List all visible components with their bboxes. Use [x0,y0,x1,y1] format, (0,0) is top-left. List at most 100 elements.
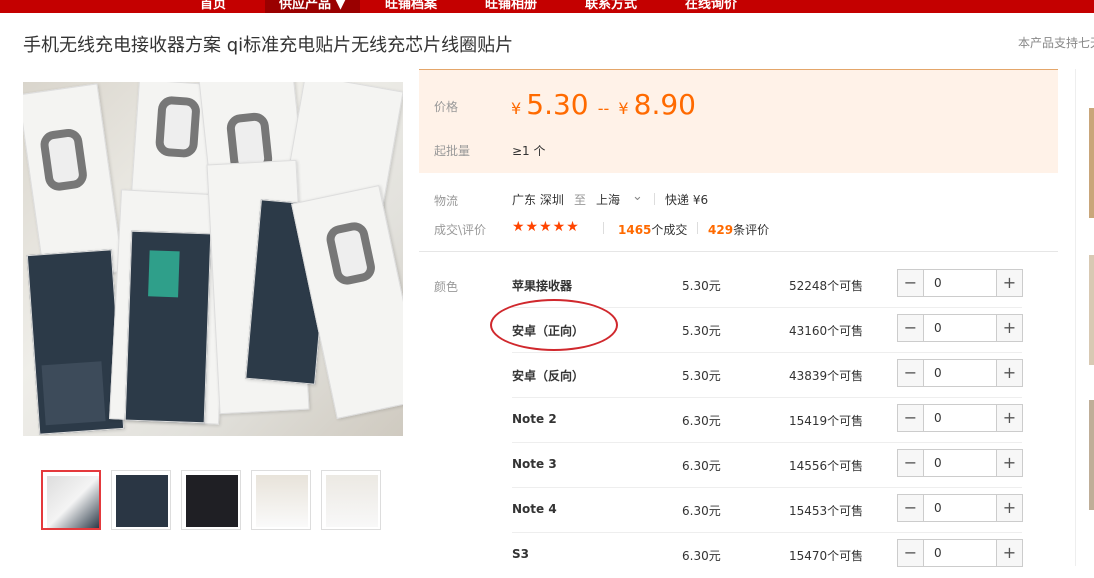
plus-icon[interactable]: + [996,405,1022,431]
quantity-input[interactable]: 0 [934,321,942,335]
plus-icon[interactable]: + [996,315,1022,341]
thumbnail-5[interactable] [321,470,381,530]
divider [697,222,698,234]
minus-icon[interactable]: − [898,450,924,476]
quantity-stepper: − 0 + [897,449,1023,477]
thumbnail-4[interactable] [251,470,311,530]
rating-stars: ★★★★★ [512,219,580,235]
deal-count-suffix: 个成交 [651,223,688,237]
section-divider [419,251,1058,252]
nav-shop-profile[interactable]: 旺铺档案 [385,0,437,12]
review-count-number: 429 [708,223,734,237]
quantity-input[interactable]: 0 [934,546,942,560]
nav-home[interactable]: 首页 [200,0,226,12]
logistics-from: 广东 深圳 [512,193,564,207]
support-note: 本产品支持七天 [1018,36,1094,50]
sku-name: 苹果接收器 [512,279,573,293]
review-count-suffix: 条评价 [733,223,770,237]
sku-row: Note 2 6.30元 15419个可售 − 0 + [512,398,1023,443]
sidebar-thumbnail[interactable] [1089,255,1094,365]
sku-price: 6.30元 [682,414,721,428]
sku-stock: 15453个可售 [789,504,864,518]
sku-row: 苹果接收器 5.30元 52248个可售 − 0 + [512,263,1023,308]
sku-name: Note 4 [512,502,557,516]
quantity-stepper: − 0 + [897,494,1023,522]
logistics-label: 物流 [434,194,459,208]
nav-contact[interactable]: 联系方式 [585,0,637,12]
shipping-fee: 快递 ¥6 [665,193,709,207]
nav-products[interactable]: 供应产品 ▼ [265,0,360,13]
plus-icon[interactable]: + [996,270,1022,296]
minus-icon[interactable]: − [898,315,924,341]
divider [603,222,604,234]
quantity-stepper: − 0 + [897,269,1023,297]
quantity-stepper: − 0 + [897,404,1023,432]
sku-name: 安卓（反向） [512,369,585,383]
plus-icon[interactable]: + [996,360,1022,386]
currency-symbol: ¥ [511,99,522,118]
sku-stock: 14556个可售 [789,459,864,473]
sku-row: S3 6.30元 15470个可售 − 0 + [512,533,1023,578]
plus-icon[interactable]: + [996,495,1022,521]
sidebar-thumbnail[interactable] [1089,400,1094,510]
plus-icon[interactable]: + [996,450,1022,476]
quantity-stepper: − 0 + [897,539,1023,567]
sku-price: 5.30元 [682,279,721,293]
minus-icon[interactable]: − [898,270,924,296]
sku-row: Note 3 6.30元 14556个可售 − 0 + [512,443,1023,488]
minus-icon[interactable]: − [898,540,924,566]
divider [654,193,655,205]
currency-symbol: ¥ [618,99,629,118]
logistics-destination[interactable]: 上海 [596,191,620,208]
top-nav: 首页 供应产品 ▼ 旺铺档案 旺铺相册 联系方式 在线询价 [0,0,1094,13]
thumbnail-3[interactable] [181,470,241,530]
minus-icon[interactable]: − [898,405,924,431]
minus-icon[interactable]: − [898,495,924,521]
sku-price: 5.30元 [682,369,721,383]
price-separator: -- [597,99,610,118]
nav-shop-album[interactable]: 旺铺相册 [485,0,537,12]
sku-name: Note 3 [512,457,557,471]
logistics-to-word: 至 [574,193,587,207]
quantity-input[interactable]: 0 [934,366,942,380]
thumbnail-1[interactable] [41,470,101,530]
sku-row: 安卓（反向） 5.30元 43839个可售 − 0 + [512,353,1023,398]
quantity-stepper: − 0 + [897,314,1023,342]
review-count[interactable]: 429条评价 [708,221,769,238]
deal-count[interactable]: 1465个成交 [618,221,687,238]
price-range: ¥ 5.30 -- ¥ 8.90 [511,88,696,121]
sku-stock: 52248个可售 [789,279,864,293]
quantity-input[interactable]: 0 [934,456,942,470]
quantity-input[interactable]: 0 [934,411,942,425]
deals-label: 成交\评价 [434,223,487,237]
moq-label: 起批量 [434,144,471,158]
quantity-input[interactable]: 0 [934,501,942,515]
deal-count-number: 1465 [618,223,652,237]
sku-stock: 43160个可售 [789,324,864,338]
sku-price: 6.30元 [682,504,721,518]
sku-name: Note 2 [512,412,557,426]
sku-price: 6.30元 [682,549,721,563]
product-main-image[interactable] [23,82,403,436]
quantity-input[interactable]: 0 [934,276,942,290]
product-title: 手机无线充电接收器方案 qi标准充电贴片无线充芯片线圈贴片 [23,35,514,56]
sku-row: Note 4 6.30元 15453个可售 − 0 + [512,488,1023,533]
nav-inquiry[interactable]: 在线询价 [685,0,737,12]
chevron-down-icon[interactable]: ⌄ [632,189,643,204]
price-low: 5.30 [526,88,589,121]
thumbnail-2[interactable] [111,470,171,530]
sku-price: 6.30元 [682,459,721,473]
minus-icon[interactable]: − [898,360,924,386]
price-high: 8.90 [633,88,696,121]
quantity-stepper: − 0 + [897,359,1023,387]
sku-name: S3 [512,547,529,561]
sku-stock: 15419个可售 [789,414,864,428]
sidebar-thumbnail[interactable] [1089,108,1094,218]
color-label: 颜色 [434,280,459,294]
sku-price: 5.30元 [682,324,721,338]
moq-value: ≥1 个 [512,144,546,158]
price-label: 价格 [434,100,459,114]
sku-stock: 15470个可售 [789,549,864,563]
plus-icon[interactable]: + [996,540,1022,566]
sku-stock: 43839个可售 [789,369,864,383]
